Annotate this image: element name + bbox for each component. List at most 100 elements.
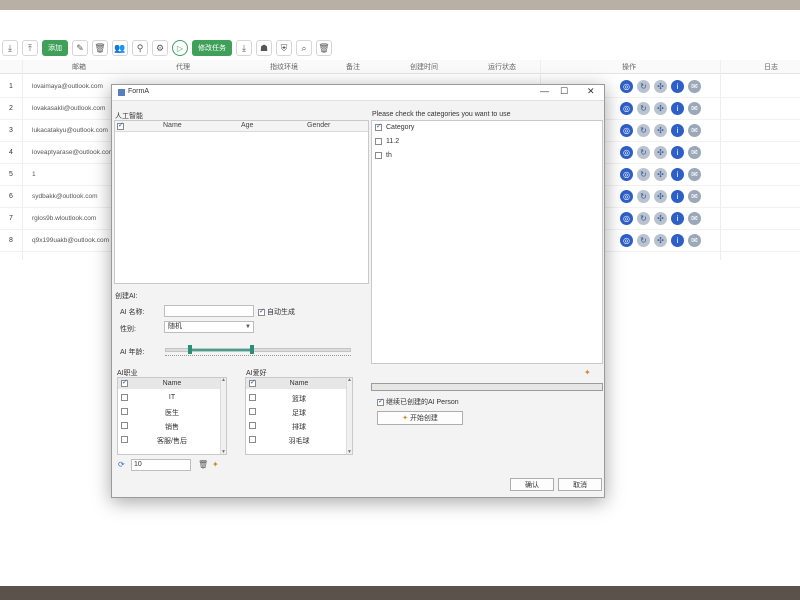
- import-icon[interactable]: ⤓: [2, 40, 18, 56]
- col-name[interactable]: Name: [163, 122, 182, 129]
- mail-icon[interactable]: ✉: [688, 190, 701, 203]
- auto-gen-option[interactable]: 自动生成: [258, 307, 295, 317]
- refresh-icon[interactable]: ↻: [637, 146, 650, 159]
- category-checkbox[interactable]: [375, 138, 382, 145]
- maximize-icon[interactable]: ☐: [560, 86, 568, 97]
- list-item[interactable]: 医生: [118, 406, 226, 417]
- fan-icon[interactable]: ✣: [654, 124, 667, 137]
- info-icon[interactable]: i: [671, 124, 684, 137]
- category-item[interactable]: Category: [375, 122, 414, 131]
- category-item[interactable]: th: [375, 152, 392, 159]
- delete-icon[interactable]: 🗑: [92, 40, 108, 56]
- col-email[interactable]: 邮箱: [72, 62, 86, 72]
- mail-icon[interactable]: ✉: [688, 234, 701, 247]
- shield-icon[interactable]: ⛨: [276, 40, 292, 56]
- users-icon[interactable]: 👥: [112, 40, 128, 56]
- scrollbar[interactable]: [220, 377, 226, 455]
- mail-icon[interactable]: ✉: [688, 212, 701, 225]
- trash-icon[interactable]: 🗑: [316, 40, 332, 56]
- export-icon[interactable]: ⤒: [22, 40, 38, 56]
- col-env[interactable]: 指纹环境: [270, 62, 298, 72]
- info-icon[interactable]: i: [671, 168, 684, 181]
- chrome-icon[interactable]: ◎: [620, 212, 633, 225]
- android-icon[interactable]: ☗: [256, 40, 272, 56]
- col-gender[interactable]: Gender: [307, 122, 330, 129]
- search-icon[interactable]: ⌕: [296, 40, 312, 56]
- mail-icon[interactable]: ✉: [688, 102, 701, 115]
- refresh-icon[interactable]: ↻: [637, 124, 650, 137]
- col-log[interactable]: 日志: [764, 62, 778, 72]
- refresh-icon[interactable]: ↻: [637, 190, 650, 203]
- category-list[interactable]: Category 11.2 th: [371, 120, 603, 364]
- mail-icon[interactable]: ✉: [688, 146, 701, 159]
- minimize-icon[interactable]: —: [540, 86, 549, 96]
- age-range-slider[interactable]: [165, 345, 351, 354]
- trash-icon[interactable]: 🗑: [198, 460, 208, 469]
- fan-icon[interactable]: ✣: [654, 146, 667, 159]
- play-icon[interactable]: ▷: [172, 40, 188, 56]
- info-icon[interactable]: i: [671, 212, 684, 225]
- occupation-list[interactable]: Name IT 医生 销售 客服/售后: [117, 377, 227, 455]
- list-item[interactable]: 客服/售后: [118, 434, 226, 445]
- fan-icon[interactable]: ✣: [654, 190, 667, 203]
- location-icon[interactable]: ⚲: [132, 40, 148, 56]
- close-icon[interactable]: ✕: [587, 86, 595, 97]
- info-icon[interactable]: i: [671, 234, 684, 247]
- list-item[interactable]: Name: [118, 378, 226, 389]
- info-icon[interactable]: i: [671, 80, 684, 93]
- list-item[interactable]: 销售: [118, 420, 226, 431]
- age-max-handle[interactable]: [250, 345, 254, 354]
- chrome-icon[interactable]: ◎: [620, 80, 633, 93]
- add-button[interactable]: 添加: [42, 40, 68, 56]
- mail-icon[interactable]: ✉: [688, 80, 701, 93]
- list-item[interactable]: IT: [118, 392, 226, 403]
- refresh-icon[interactable]: ↻: [637, 102, 650, 115]
- cancel-button[interactable]: 取消: [558, 478, 602, 491]
- wand-icon[interactable]: ✦: [212, 460, 219, 469]
- chrome-icon[interactable]: ◎: [620, 146, 633, 159]
- info-icon[interactable]: i: [671, 146, 684, 159]
- settings-icon[interactable]: ⚙: [152, 40, 168, 56]
- continue-checkbox[interactable]: [377, 397, 384, 406]
- col-ops[interactable]: 操作: [622, 62, 636, 72]
- continue-option[interactable]: 继续已创建的AI Person: [377, 397, 459, 407]
- age-min-handle[interactable]: [188, 345, 192, 354]
- download-icon[interactable]: ⤓: [236, 40, 252, 56]
- count-input[interactable]: 10: [131, 459, 191, 471]
- start-create-button[interactable]: ✦ 开始创建: [377, 411, 463, 425]
- fan-icon[interactable]: ✣: [654, 212, 667, 225]
- col-created[interactable]: 创建时间: [410, 62, 438, 72]
- list-item[interactable]: Name: [246, 378, 352, 389]
- fan-icon[interactable]: ✣: [654, 234, 667, 247]
- magic-icon[interactable]: ✦: [584, 368, 591, 377]
- fan-icon[interactable]: ✣: [654, 80, 667, 93]
- category-item[interactable]: 11.2: [375, 138, 399, 145]
- ok-button[interactable]: 确认: [510, 478, 554, 491]
- edit-icon[interactable]: ✎: [72, 40, 88, 56]
- ai-name-input[interactable]: [164, 305, 254, 317]
- chrome-icon[interactable]: ◎: [620, 124, 633, 137]
- batch-task-button[interactable]: 修改任务: [192, 40, 232, 56]
- list-item[interactable]: 足球: [246, 406, 352, 417]
- col-status[interactable]: 运行状态: [488, 62, 516, 72]
- category-checkbox[interactable]: [375, 152, 382, 159]
- list-item[interactable]: 排球: [246, 420, 352, 431]
- chrome-icon[interactable]: ◎: [620, 234, 633, 247]
- person-list[interactable]: Name Age Gender: [114, 120, 369, 284]
- gender-select[interactable]: 随机 ▼: [164, 321, 254, 333]
- col-note[interactable]: 备注: [346, 62, 360, 72]
- col-age[interactable]: Age: [241, 122, 253, 129]
- category-checkbox[interactable]: [375, 122, 382, 131]
- list-item[interactable]: 篮球: [246, 392, 352, 403]
- refresh-icon[interactable]: ↻: [637, 234, 650, 247]
- info-icon[interactable]: i: [671, 102, 684, 115]
- refresh-icon[interactable]: ⟳: [118, 460, 125, 469]
- refresh-icon[interactable]: ↻: [637, 212, 650, 225]
- list-item[interactable]: 羽毛球: [246, 434, 352, 445]
- scrollbar[interactable]: [346, 377, 352, 455]
- fan-icon[interactable]: ✣: [654, 168, 667, 181]
- chrome-icon[interactable]: ◎: [620, 102, 633, 115]
- fan-icon[interactable]: ✣: [654, 102, 667, 115]
- hobby-list[interactable]: Name 篮球 足球 排球 羽毛球: [245, 377, 353, 455]
- chrome-icon[interactable]: ◎: [620, 168, 633, 181]
